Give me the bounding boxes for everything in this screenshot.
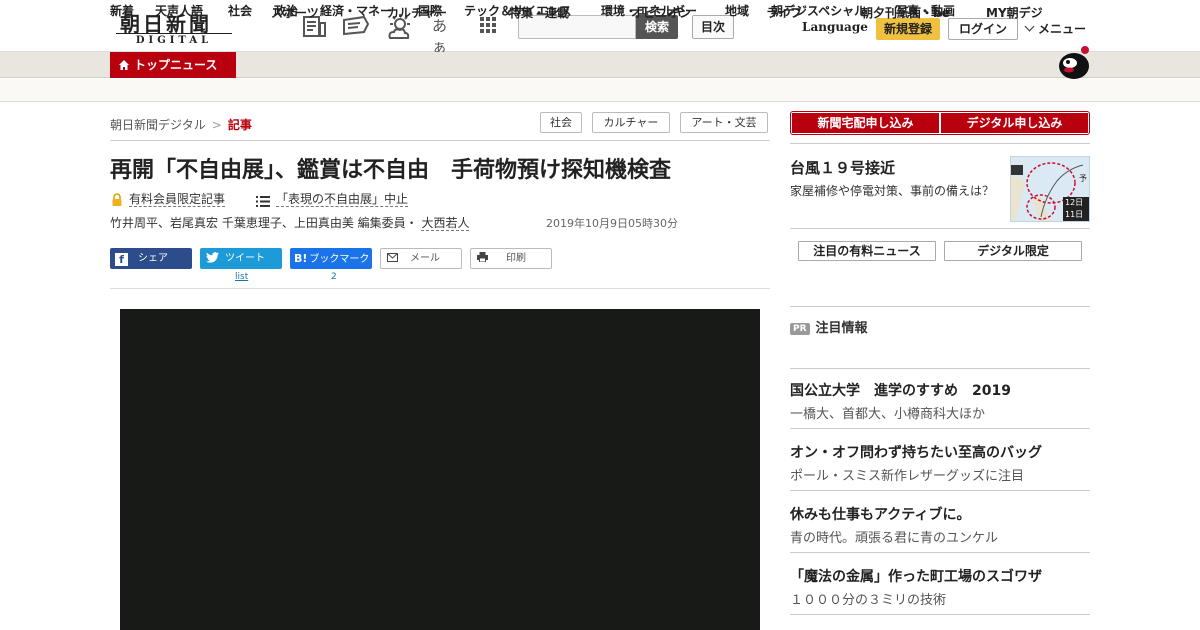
mail-icon — [387, 250, 398, 269]
pr-item-title[interactable]: 国公立大学 進学のすすめ 2019 — [790, 380, 1011, 400]
twitter-count-link[interactable]: list — [235, 272, 248, 282]
divider — [790, 306, 1090, 307]
paid-news-button[interactable]: 注目の有料ニュース — [798, 241, 936, 261]
facebook-share-button[interactable]: f シェア — [110, 248, 192, 269]
twitter-share-button[interactable]: ツイート — [200, 248, 282, 269]
breadcrumb: 朝日新聞デジタル > 記事 — [110, 116, 252, 133]
subnav-special[interactable]: 朝デジスペシャル — [771, 0, 866, 23]
lock-icon — [111, 191, 123, 206]
facebook-icon: f — [115, 253, 128, 266]
series-label: 「表現の不自由展」中止 — [276, 192, 409, 207]
article-title: 再開「不自由展」、鑑賞は不自由 手荷物預け探知機検査 — [110, 158, 672, 183]
twitter-share-label: ツイート — [225, 253, 265, 264]
pr-item-sub: 青の時代。頑張る君に青のユンケル — [790, 531, 999, 546]
nav-my-asadigi[interactable]: MY朝デジ — [986, 0, 1043, 26]
nav-top-news-label: トップニュース — [134, 58, 218, 72]
mail-label: メール — [410, 253, 440, 264]
pr-heading-label: 注目情報 — [815, 321, 868, 336]
article-photo[interactable] — [120, 309, 760, 630]
hatena-bookmark-button[interactable]: B! ブックマーク — [290, 248, 372, 269]
logo-sub-text: DIGITAL — [116, 33, 232, 46]
subnav-region[interactable]: 地域 — [725, 0, 749, 23]
typhoon-description: 家屋補修や停電対策、事前の備えは？ — [790, 184, 995, 198]
typhoon-map-label: 11日1 — [1063, 209, 1089, 221]
hatena-bookmark-label: ブックマーク — [309, 254, 370, 265]
tag-art[interactable]: アート・文芸 — [680, 112, 768, 133]
breadcrumb-current: 記事 — [227, 118, 252, 132]
digital-only-button[interactable]: デジタル限定 — [944, 241, 1082, 261]
divider — [790, 428, 1090, 429]
tag-culture[interactable]: カルチャー — [592, 112, 670, 133]
subnav-environment[interactable]: 環境・エネルギー — [601, 0, 697, 23]
divider — [110, 288, 770, 289]
pr-badge: PR — [790, 323, 810, 335]
typhoon-map-image[interactable]: 12日1 11日1 予 — [1010, 156, 1090, 222]
author-link[interactable]: 大西若人 — [421, 216, 470, 231]
pr-item-title[interactable]: 休みも仕事もアクティブに。 — [790, 504, 970, 524]
home-icon — [118, 54, 130, 80]
typhoon-map-label: 予 — [1079, 174, 1087, 183]
menu-label: メニュー — [1038, 22, 1087, 36]
mascot-icon[interactable] — [1054, 44, 1090, 80]
subnav-tensei[interactable]: 天声人語 — [155, 0, 203, 23]
divider — [790, 368, 1090, 369]
mail-button[interactable]: メール — [380, 248, 462, 269]
divider — [790, 614, 1090, 615]
print-label: 印刷 — [506, 253, 526, 264]
pr-heading: PR 注目情報 — [790, 317, 868, 336]
divider — [790, 490, 1090, 491]
divider — [790, 552, 1090, 553]
print-button[interactable]: 印刷 — [470, 248, 552, 269]
breadcrumb-separator: > — [211, 118, 222, 132]
twitter-icon — [206, 250, 219, 271]
subnav-tech[interactable]: テック＆サイエンス — [464, 0, 572, 23]
authors-text: 竹井周平、岩尾真宏 千葉恵理子、上田真由美 編集委員・ — [110, 216, 418, 230]
sub-nav — [0, 79, 1200, 102]
print-icon — [477, 250, 488, 269]
divider — [790, 228, 1090, 229]
divider — [790, 143, 1090, 144]
article-authors: 竹井周平、岩尾真宏 千葉恵理子、上田真由美 編集委員・ 大西若人 — [110, 214, 470, 231]
pr-item-sub: ポール・スミス新作レザーグッズに注目 — [790, 469, 1025, 484]
subnav-latest[interactable]: 新着 — [110, 0, 134, 23]
subscribe-paper-button[interactable]: 新聞宅配申し込み — [792, 113, 939, 133]
tag-society[interactable]: 社会 — [540, 112, 582, 133]
hatena-icon: B! — [294, 252, 308, 265]
hatena-count: 2 — [331, 272, 337, 282]
breadcrumb-home[interactable]: 朝日新聞デジタル — [110, 118, 206, 132]
members-only-link[interactable]: 有料会員限定記事 — [129, 190, 226, 207]
pr-item-sub: １０００分の３ミリの技術 — [790, 593, 947, 608]
list-icon — [256, 192, 270, 207]
pr-item-title[interactable]: 「魔法の金属」作った町工場のスゴワザ — [790, 566, 1042, 586]
nav-top-news[interactable]: トップニュース — [110, 52, 236, 78]
series-link[interactable]: 「表現の不自由展」中止 — [276, 190, 409, 207]
members-only-label: 有料会員限定記事 — [129, 192, 226, 207]
pr-item-title[interactable]: オン・オフ問わず持ちたい至高のバッグ — [790, 442, 1042, 462]
divider — [110, 140, 770, 141]
subnav-international[interactable]: 国際 — [418, 0, 442, 23]
subscribe-digital-button[interactable]: デジタル申し込み — [941, 113, 1088, 133]
subnav-politics[interactable]: 政治 — [274, 0, 298, 23]
typhoon-headline[interactable]: 台風１９号接近 — [790, 157, 895, 178]
pr-item-sub: 一橋大、首都大、小樽商科大ほか — [790, 407, 986, 422]
subnav-society[interactable]: 社会 — [228, 0, 252, 23]
facebook-share-label: シェア — [138, 253, 168, 264]
article-date: 2019年10月9日05時30分 — [546, 217, 678, 230]
subnav-economy[interactable]: 経済・マネー — [320, 0, 392, 23]
subnav-photo[interactable]: 写真・動画 — [895, 0, 955, 23]
